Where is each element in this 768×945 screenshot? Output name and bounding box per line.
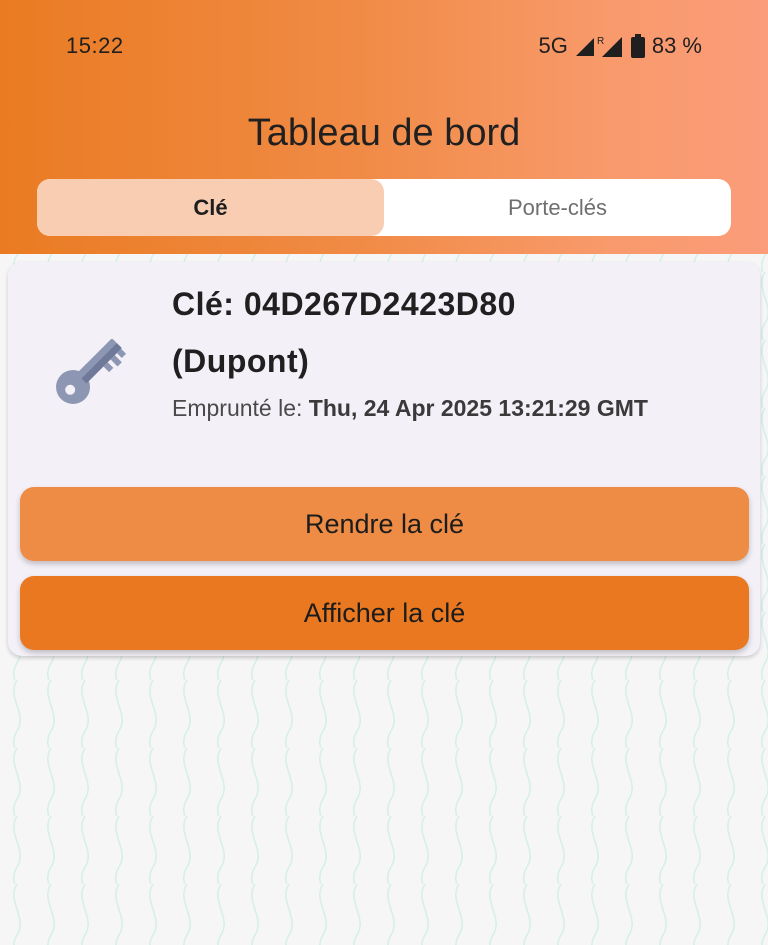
status-indicators: 5G R 83 % bbox=[538, 33, 702, 59]
borrowed-label: Emprunté le: bbox=[172, 395, 303, 421]
borrowed-info: Emprunté le: Thu, 24 Apr 2025 13:21:29 G… bbox=[172, 390, 712, 427]
key-title-prefix: Clé: bbox=[172, 286, 235, 322]
roaming-signal-icon: R bbox=[597, 36, 622, 57]
tab-key[interactable]: Clé bbox=[37, 179, 384, 236]
show-key-button[interactable]: Afficher la clé bbox=[20, 576, 749, 650]
key-icon bbox=[56, 339, 127, 404]
key-owner: (Dupont) bbox=[172, 343, 310, 379]
battery-percentage: 83 % bbox=[651, 33, 702, 58]
return-key-button[interactable]: Rendre la clé bbox=[20, 487, 749, 561]
app-header: 15:22 5G R 83 % Tableau de bord Clé Port… bbox=[0, 0, 768, 254]
status-time: 15:22 bbox=[66, 33, 124, 58]
page-title: Tableau de bord bbox=[247, 112, 521, 154]
tab-keyring[interactable]: Porte-clés bbox=[384, 179, 731, 236]
battery-icon bbox=[630, 34, 645, 58]
key-id: 04D267D2423D80 bbox=[243, 286, 516, 322]
network-type: 5G bbox=[538, 33, 568, 58]
signal-icon bbox=[575, 38, 594, 56]
tab-bar: Clé Porte-clés bbox=[37, 179, 731, 236]
key-title: Clé: 04D267D2423D80 (Dupont) bbox=[172, 276, 732, 390]
borrowed-date: Thu, 24 Apr 2025 13:21:29 GMT bbox=[308, 395, 648, 421]
roaming-mark: R bbox=[597, 36, 604, 47]
